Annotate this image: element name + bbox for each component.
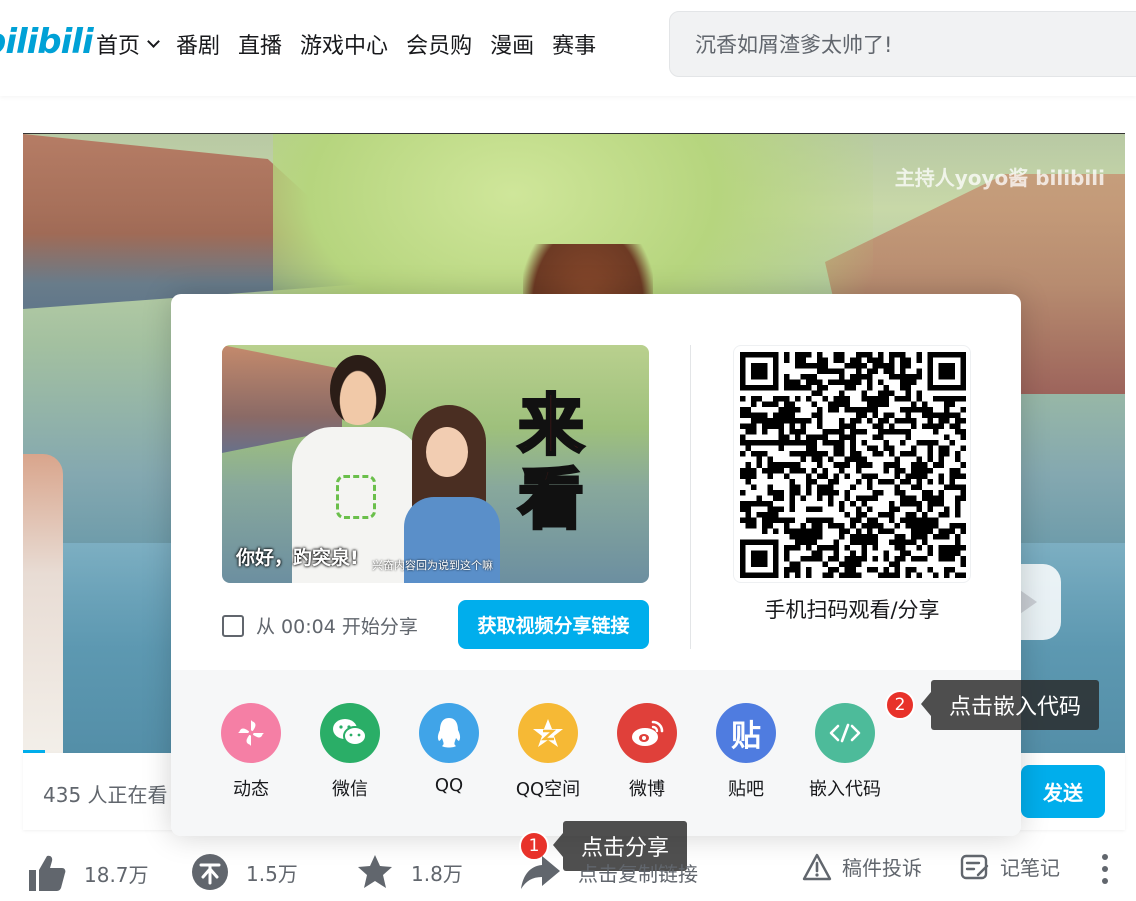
tooltip-text: 点击嵌入代码: [920, 680, 1100, 730]
like-count: 18.7万: [84, 862, 149, 887]
share-button[interactable]: 点击复制链接: [518, 852, 698, 892]
star-icon: [358, 855, 392, 888]
weibo-icon: [617, 703, 677, 763]
share-dynamic-button[interactable]: 动态: [201, 703, 301, 801]
qr-caption: 手机扫码观看/分享: [764, 598, 940, 622]
share-wechat-button[interactable]: 微信: [300, 703, 400, 801]
note-label: 记笔记: [1000, 856, 1060, 880]
search-placeholder: 沉香如屑渣爹太帅了!: [695, 33, 893, 57]
share-copy-link-label: 点击复制链接: [578, 861, 698, 886]
share-embed-code-button[interactable]: 嵌入代码: [795, 703, 895, 801]
share-label: QQ: [434, 775, 464, 796]
share-qq-button[interactable]: QQ: [399, 703, 499, 796]
viewer-count: 435 人正在看: [43, 783, 168, 807]
video-watermark: 主持人yoyo酱 bilibili: [894, 166, 1105, 190]
search-input[interactable]: 沉香如屑渣爹太帅了!: [669, 11, 1136, 77]
favorite-count: 1.8万: [411, 861, 463, 886]
nav-item-live[interactable]: 直播: [238, 28, 282, 60]
start-time-checkbox[interactable]: [222, 614, 244, 637]
share-label: 微博: [629, 779, 665, 800]
code-icon: [815, 703, 875, 763]
video-scene-left-person: [23, 454, 63, 753]
share-video-thumbnail: 来 看 你好，趵突泉! 兴奋内容回为说到这个嘛: [222, 345, 649, 583]
more-button[interactable]: [1098, 852, 1112, 886]
favorite-button[interactable]: 1.8万: [355, 852, 463, 892]
share-arrow-icon: [521, 856, 560, 889]
share-tieba-button[interactable]: 贴 贴吧: [696, 703, 796, 801]
like-button[interactable]: 18.7万: [26, 852, 149, 894]
step-badge: 2: [885, 690, 915, 720]
thumbnail-big-char: 来: [517, 387, 586, 464]
bilibili-logo[interactable]: bilibili: [0, 22, 94, 62]
share-label: 动态: [233, 779, 269, 800]
video-action-toolbar: 18.7万 1.5万 1.8万 点击复制链接 稿件投诉 记笔记: [0, 852, 1136, 901]
share-qzone-button[interactable]: QQ空间: [498, 703, 598, 801]
warning-icon: [802, 853, 832, 880]
top-header: bilibili 首页 番剧 直播 游戏中心 会员购 漫画 赛事 沉香如屑渣爹太…: [0, 0, 1136, 96]
qr-code-image: [740, 352, 966, 578]
report-label: 稿件投诉: [842, 856, 922, 880]
nav-item-home[interactable]: 首页: [96, 28, 160, 60]
share-label: 微信: [332, 779, 368, 800]
coin-count: 1.5万: [246, 861, 298, 886]
coin-icon: [192, 854, 228, 890]
start-time-option[interactable]: 从 00:04 开始分享: [222, 612, 418, 639]
note-button[interactable]: 记笔记: [960, 852, 1060, 881]
share-label: QQ空间: [515, 779, 581, 800]
qzone-star-icon: [518, 703, 578, 763]
qr-code: [733, 345, 971, 583]
note-icon: [960, 854, 989, 879]
get-share-link-button[interactable]: 获取视频分享链接: [458, 600, 649, 649]
coin-button[interactable]: 1.5万: [190, 852, 298, 892]
share-panel: 来 看 你好，趵突泉! 兴奋内容回为说到这个嘛 从 00:04 开始分享 获取视…: [171, 294, 1021, 836]
thumbnail-big-char: 看: [517, 461, 586, 538]
more-dots-icon: [1102, 854, 1108, 884]
start-time-label: 从 00:04 开始分享: [256, 616, 418, 638]
thumbs-up-icon: [29, 855, 66, 891]
nav-item-vip-shop[interactable]: 会员购: [406, 28, 472, 60]
qq-penguin-icon: [419, 703, 479, 763]
tooltip-embed-code: 2 点击嵌入代码: [885, 680, 1100, 730]
thumbnail-caption: 你好，趵突泉!: [236, 547, 359, 569]
tieba-icon: 贴: [716, 703, 776, 763]
nav-item-label: 首页: [96, 34, 141, 59]
share-label: 嵌入代码: [809, 779, 881, 800]
send-danmaku-button[interactable]: 发送: [1021, 765, 1105, 818]
nav-item-anime[interactable]: 番剧: [176, 28, 220, 60]
share-label: 贴吧: [728, 779, 764, 800]
report-button[interactable]: 稿件投诉: [802, 852, 922, 881]
chevron-down-icon: [147, 35, 160, 48]
wechat-icon: [320, 703, 380, 763]
nav-item-manga[interactable]: 漫画: [490, 28, 534, 60]
share-weibo-button[interactable]: 微博: [597, 703, 697, 801]
thumbnail-subcaption: 兴奋内容回为说到这个嘛: [372, 559, 493, 572]
main-nav: 首页 番剧 直播 游戏中心 会员购 漫画 赛事: [96, 28, 614, 60]
nav-item-esports[interactable]: 赛事: [552, 28, 596, 60]
pinwheel-icon: [221, 703, 281, 763]
nav-item-game-center[interactable]: 游戏中心: [300, 28, 388, 60]
